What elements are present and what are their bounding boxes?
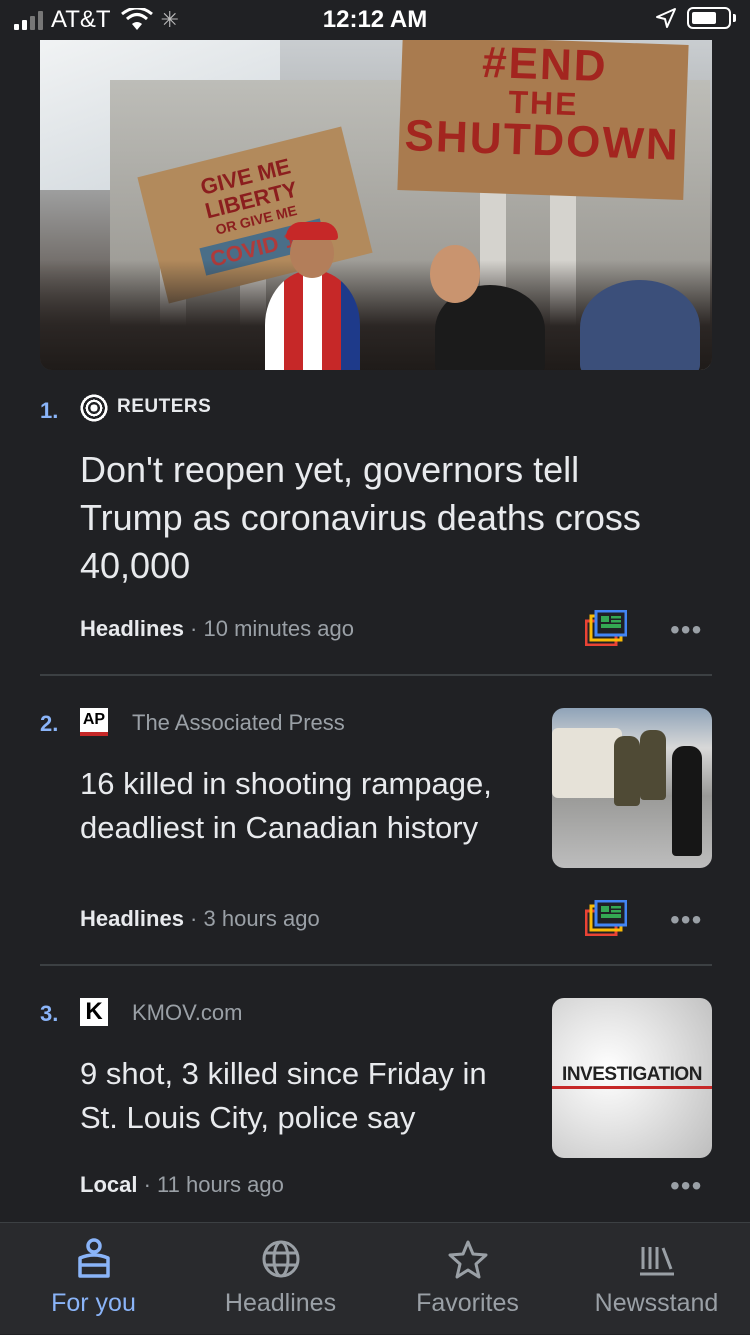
thumb-vehicle (552, 728, 622, 798)
story-1-time: 10 minutes ago (203, 616, 354, 641)
nav-favorites-label: Favorites (416, 1289, 519, 1317)
story-3-headline[interactable]: 9 shot, 3 killed since Friday in St. Lou… (80, 1052, 530, 1140)
story-2-category[interactable]: Headlines (80, 906, 184, 931)
story-2-meta: Headlines · 3 hours ago (80, 906, 320, 932)
story-3-more-options-icon[interactable]: ••• (670, 1172, 702, 1200)
protester-flag-shirt (265, 270, 360, 370)
location-arrow-icon (656, 8, 676, 28)
protest-sign-end-shutdown: #END THE SHUTDOWN (397, 40, 689, 200)
thumb-officer (614, 736, 640, 806)
meta-separator: · (137, 1172, 158, 1197)
reuters-logo-icon (80, 394, 108, 422)
thumb-officer (640, 730, 666, 800)
nav-for-you-label: For you (51, 1289, 136, 1317)
ap-logo-icon: AP (80, 708, 108, 736)
thumb-red-line (552, 1086, 712, 1089)
story-3-thumbnail[interactable]: INVESTIGATION (552, 998, 712, 1158)
story-1-category[interactable]: Headlines (80, 616, 184, 641)
full-coverage-icon[interactable] (585, 610, 627, 646)
thumb-investigation-label: INVESTIGATION (562, 1064, 702, 1085)
star-icon (374, 1237, 561, 1281)
bottom-navigation: For you Headlines Favorites Newsstand (0, 1222, 750, 1334)
story-2-source[interactable]: The Associated Press (132, 710, 345, 736)
story-2-rank: 2. (40, 711, 59, 736)
nav-headlines-label: Headlines (224, 1289, 337, 1317)
nav-headlines[interactable]: Headlines (187, 1223, 374, 1335)
nav-newsstand-label: Newsstand (594, 1289, 719, 1317)
story-3-meta: Local · 11 hours ago (80, 1172, 284, 1198)
protester-head (430, 245, 480, 303)
story-divider (40, 674, 712, 676)
for-you-icon (0, 1237, 187, 1281)
status-bar: AT&T ✳ 12:12 AM (0, 0, 750, 40)
full-coverage-icon[interactable] (585, 900, 627, 936)
thumb-police-officer (672, 746, 702, 856)
newsstand-icon (563, 1237, 750, 1281)
story-1-headline[interactable]: Don't reopen yet, governors tell Trump a… (80, 446, 690, 590)
story-3-category[interactable]: Local (80, 1172, 137, 1197)
status-right (655, 7, 736, 29)
story-3-source[interactable]: KMOV.com (132, 1000, 242, 1026)
nav-for-you[interactable]: For you (0, 1223, 187, 1335)
nav-favorites[interactable]: Favorites (374, 1223, 561, 1335)
battery-icon (687, 7, 731, 29)
story-3-time: 11 hours ago (157, 1172, 284, 1197)
story-1-hero-image[interactable]: GIVE ME LIBERTY OR GIVE ME COVID 19! #EN… (40, 40, 712, 370)
story-2-time: 3 hours ago (203, 906, 320, 931)
nav-newsstand[interactable]: Newsstand (563, 1223, 750, 1335)
story-2-headline[interactable]: 16 killed in shooting rampage, deadliest… (80, 762, 530, 850)
cameraman (580, 280, 700, 370)
story-1-meta: Headlines · 10 minutes ago (80, 616, 354, 642)
kmov-logo-icon: K (80, 998, 108, 1026)
sign-line: SHUTDOWN (403, 111, 681, 170)
battery-tip (733, 14, 736, 22)
meta-separator: · (183, 616, 204, 641)
status-time: 12:12 AM (322, 6, 428, 33)
story-2-more-options-icon[interactable]: ••• (670, 906, 702, 934)
story-2-thumbnail[interactable] (552, 708, 712, 868)
story-1-more-options-icon[interactable]: ••• (670, 616, 702, 644)
story-divider (40, 964, 712, 966)
story-1-rank: 1. (40, 398, 59, 423)
story-3-rank: 3. (40, 1001, 59, 1026)
story-1-source[interactable]: REUTERS (117, 396, 211, 418)
globe-icon (187, 1237, 374, 1281)
protester-cap (286, 222, 338, 240)
meta-separator: · (183, 906, 204, 931)
